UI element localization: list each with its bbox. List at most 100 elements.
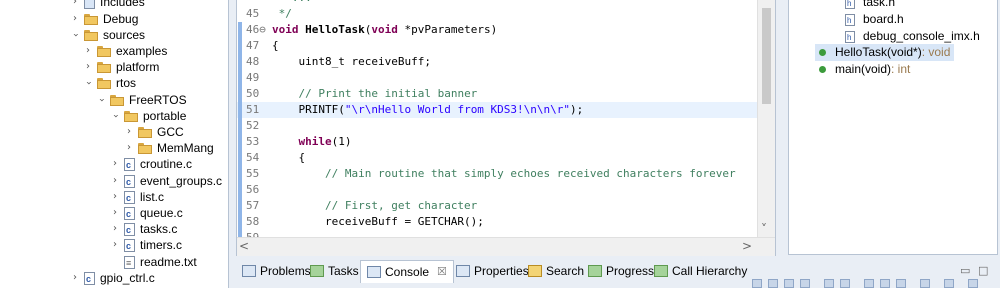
tree-item[interactable]: › timers.c bbox=[110, 237, 182, 254]
tree-item[interactable]: › Includes bbox=[70, 0, 145, 10]
chevron-collapsed-icon[interactable]: › bbox=[70, 0, 80, 10]
tree-item[interactable]: › event_groups.c bbox=[110, 173, 222, 190]
tree-item[interactable]: › sources bbox=[70, 27, 145, 43]
chevron-collapsed-icon[interactable]: › bbox=[110, 237, 120, 253]
tree-item[interactable]: readme.txt bbox=[110, 254, 197, 271]
tab-problems[interactable]: Problems bbox=[240, 260, 313, 282]
toolbar-icon-3[interactable] bbox=[784, 279, 794, 288]
tree-item[interactable]: › rtos bbox=[83, 75, 136, 91]
code-line[interactable]: 46⊖ void HelloTask(void *pvParameters) bbox=[237, 22, 757, 38]
tab-console[interactable]: Console ☒ bbox=[360, 260, 454, 283]
chevron-expanded-icon[interactable]: › bbox=[107, 111, 123, 121]
chevron-expanded-icon[interactable]: › bbox=[67, 30, 83, 40]
horizontal-scrollbar[interactable]: < > bbox=[237, 237, 775, 256]
chevron-collapsed-icon[interactable]: › bbox=[110, 205, 120, 221]
toolbar-icon-10[interactable] bbox=[920, 279, 930, 288]
line-number: 48 bbox=[246, 55, 260, 68]
chevron-collapsed-icon[interactable]: › bbox=[83, 43, 93, 59]
code-line[interactable]: 47 { bbox=[237, 38, 757, 54]
toolbar-icon-11[interactable] bbox=[944, 279, 954, 288]
code-line[interactable]: 56 bbox=[237, 182, 757, 198]
chevron-collapsed-icon[interactable]: › bbox=[70, 11, 80, 27]
tree-item[interactable]: › Debug bbox=[70, 11, 138, 27]
vertical-scrollbar[interactable]: ˅ bbox=[757, 0, 775, 238]
toolbar-icon-1[interactable] bbox=[752, 279, 762, 288]
chevron-collapsed-icon[interactable]: › bbox=[110, 173, 120, 189]
code-line[interactable]: 48 uint8_t receiveBuff; bbox=[237, 54, 757, 70]
toolbar-icon-9[interactable] bbox=[896, 279, 906, 288]
code-line[interactable]: 58 receiveBuff = GETCHAR(); bbox=[237, 214, 757, 230]
toolbar-icon-5[interactable] bbox=[824, 279, 834, 288]
project-explorer[interactable]: › Includes › Debug › sources › examples › platfor… bbox=[0, 0, 229, 288]
tab-tasks[interactable]: Tasks bbox=[308, 260, 361, 282]
header-file-icon bbox=[845, 0, 855, 12]
tab-label: Problems bbox=[260, 264, 311, 278]
c-file-icon bbox=[124, 174, 135, 190]
chevron-collapsed-icon[interactable]: › bbox=[110, 221, 120, 237]
toolbar-icon-4[interactable] bbox=[800, 279, 810, 288]
outline-include[interactable]: task.h bbox=[845, 0, 895, 12]
close-icon[interactable]: ☒ bbox=[437, 261, 447, 283]
tab-progress[interactable]: Progress bbox=[586, 260, 656, 282]
maximize-icon[interactable]: □ bbox=[978, 264, 988, 277]
toolbar-icon-2[interactable] bbox=[768, 279, 778, 288]
chevron-collapsed-icon[interactable]: › bbox=[110, 189, 120, 205]
tree-item[interactable]: › examples bbox=[83, 43, 167, 59]
scroll-right-arrow-icon[interactable]: > bbox=[742, 239, 752, 253]
chevron-collapsed-icon[interactable]: › bbox=[124, 140, 134, 156]
toolbar-icon-6[interactable] bbox=[840, 279, 850, 288]
tree-item[interactable]: › gpio_ctrl.c bbox=[70, 270, 155, 287]
tree-item[interactable]: › queue.c bbox=[110, 205, 183, 222]
code-line[interactable]: 49 bbox=[237, 70, 757, 86]
tab-search[interactable]: Search bbox=[526, 260, 586, 282]
outline-include[interactable]: board.h bbox=[845, 11, 904, 29]
chevron-collapsed-icon[interactable]: › bbox=[83, 59, 93, 75]
code-line[interactable]: 50 // Print the initial banner bbox=[237, 86, 757, 102]
tree-item[interactable]: › platform bbox=[83, 59, 159, 75]
text-file-icon bbox=[124, 255, 135, 271]
line-number: 56 bbox=[246, 183, 260, 196]
code-line[interactable]: 54 { bbox=[237, 150, 757, 166]
tree-item[interactable]: › tasks.c bbox=[110, 221, 177, 238]
chevron-collapsed-icon[interactable]: › bbox=[110, 156, 120, 172]
outline-function[interactable]: main(void) : int bbox=[819, 61, 910, 78]
tree-item[interactable]: › portable bbox=[110, 108, 186, 124]
code-line[interactable]: 51 PRINTF("\r\nHello World from KDS3!\n\… bbox=[237, 102, 757, 118]
tab-icon bbox=[310, 265, 324, 277]
chevron-expanded-icon[interactable]: › bbox=[80, 78, 96, 88]
outline-include[interactable]: debug_console_imx.h bbox=[845, 28, 980, 46]
code-line[interactable]: 55 // Main routine that simply echoes re… bbox=[237, 166, 757, 182]
tab-call-hierarchy[interactable]: Call Hierarchy bbox=[652, 260, 749, 282]
outline-function[interactable]: HelloTask(void*) : void bbox=[815, 44, 955, 61]
folder-icon bbox=[138, 126, 152, 138]
scroll-left-arrow-icon[interactable]: < bbox=[239, 239, 249, 253]
tree-item-label: queue.c bbox=[140, 206, 183, 220]
minimize-icon[interactable]: ▭ bbox=[960, 264, 970, 277]
scroll-down-arrow-icon[interactable]: ˅ bbox=[761, 222, 767, 236]
code-line[interactable]: 52 bbox=[237, 118, 757, 134]
tree-item-label: GCC bbox=[157, 125, 184, 139]
tree-item[interactable]: › GCC bbox=[124, 124, 184, 140]
line-number: 54 bbox=[246, 151, 260, 164]
code-line[interactable]: 45 */ bbox=[237, 6, 757, 22]
toolbar-icon-12[interactable] bbox=[968, 279, 978, 288]
tree-item[interactable]: › list.c bbox=[110, 189, 164, 206]
outline-return-type: : int bbox=[891, 62, 911, 76]
scrollbar-thumb[interactable] bbox=[762, 8, 771, 104]
tab-properties[interactable]: Properties bbox=[454, 260, 531, 282]
c-file-icon bbox=[84, 271, 95, 287]
tree-item[interactable]: › FreeRTOS bbox=[96, 92, 187, 108]
outline-view[interactable]: task.hboard.hdebug_console_imx.hHelloTas… bbox=[788, 0, 998, 255]
toolbar-icon-7[interactable] bbox=[864, 279, 874, 288]
tree-item[interactable]: › MemMang bbox=[124, 140, 214, 156]
tree-item[interactable]: › croutine.c bbox=[110, 156, 192, 173]
change-marker bbox=[238, 102, 242, 118]
code-line[interactable]: 53 while(1) bbox=[237, 134, 757, 150]
code-line[interactable]: 57 // First, get character bbox=[237, 198, 757, 214]
toolbar-icon-8[interactable] bbox=[880, 279, 890, 288]
chevron-collapsed-icon[interactable]: › bbox=[124, 124, 134, 140]
code-editor[interactable]: * ...45 */46⊖void HelloTask(void *pvPara… bbox=[236, 0, 776, 256]
chevron-collapsed-icon[interactable]: › bbox=[70, 270, 80, 286]
chevron-expanded-icon[interactable]: › bbox=[93, 95, 109, 105]
line-number: 45 bbox=[246, 7, 260, 20]
